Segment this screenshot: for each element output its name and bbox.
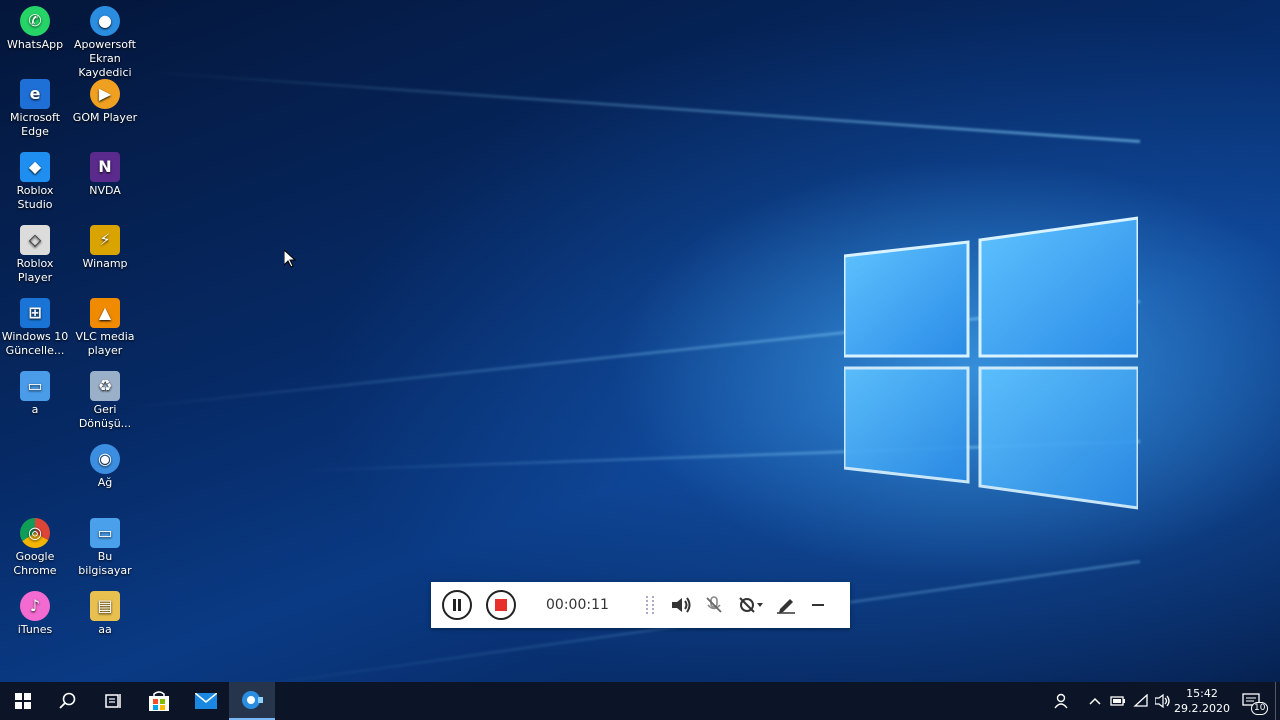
store-icon xyxy=(149,691,169,711)
desktop-icon-network[interactable]: ◉ Ağ xyxy=(70,444,140,490)
taskbar-apowersoft[interactable] xyxy=(229,682,275,720)
desktop-icon-label: a xyxy=(31,403,39,416)
stop-icon xyxy=(495,599,507,611)
taskbar-store[interactable] xyxy=(136,682,182,720)
apowersoft-recorder-icon xyxy=(242,691,263,709)
chrome-icon: ◎ xyxy=(20,518,50,548)
microphone-muted-icon xyxy=(706,596,722,613)
clock-date: 29.2.2020 xyxy=(1174,702,1230,715)
mail-icon xyxy=(195,693,217,709)
webcam-muted-icon xyxy=(739,597,763,613)
desktop-icon-label: aa xyxy=(98,623,112,636)
speaker-icon xyxy=(672,597,691,613)
task-view-icon xyxy=(105,694,121,708)
desktop-icon-itunes[interactable]: ♪ iTunes xyxy=(0,591,70,637)
desktop-icon-aa[interactable]: ▤ aa xyxy=(70,591,140,637)
roblox-studio-icon: ◆ xyxy=(20,152,50,182)
minimize-icon xyxy=(812,604,824,606)
desktop-icon-label: NVDA xyxy=(89,184,121,197)
desktop-icon-windows-update[interactable]: ⊞ Windows 10 Güncelle... xyxy=(0,298,70,358)
minimize-button[interactable] xyxy=(804,591,832,619)
desktop-icon-label: Roblox Player xyxy=(16,257,54,284)
wifi-icon xyxy=(1133,694,1148,707)
show-desktop-button[interactable] xyxy=(1275,682,1280,720)
taskbar-mail[interactable] xyxy=(183,682,229,720)
desktop: ✆ WhatsApp ● Apowersoft Ekran Kaydedici … xyxy=(0,0,1280,682)
desktop-icon-label: Geri Dönüşü... xyxy=(78,403,132,430)
taskbar: 15:42 29.2.2020 10 xyxy=(0,682,1280,720)
desktop-icon-nvda[interactable]: N NVDA xyxy=(70,152,140,198)
desktop-icon-roblox-studio[interactable]: ◆ Roblox Studio xyxy=(0,152,70,212)
gom-player-icon: ▶ xyxy=(90,79,120,109)
desktop-icon-recycle-bin[interactable]: ♻ Geri Dönüşü... xyxy=(70,371,140,431)
desktop-icon-chrome[interactable]: ◎ Google Chrome xyxy=(0,518,70,578)
desktop-icon-label: Bu bilgisayar xyxy=(78,550,132,577)
desktop-icon-label: Microsoft Edge xyxy=(9,111,61,138)
roblox-player-icon: ◇ xyxy=(20,225,50,255)
user-folder-icon: ▤ xyxy=(90,591,120,621)
recorder-toolbar: 00:00:11 xyxy=(431,582,850,628)
desktop-icon-label: iTunes xyxy=(17,623,53,636)
action-center-button[interactable]: 10 xyxy=(1236,682,1269,720)
winamp-icon: ⚡ xyxy=(90,225,120,255)
desktop-icon-this-pc[interactable]: ▭ Bu bilgisayar xyxy=(70,518,140,578)
battery-icon xyxy=(1110,696,1125,706)
pen-icon xyxy=(777,599,795,614)
computer-shortcut-icon: ▭ xyxy=(20,371,50,401)
people-icon xyxy=(1054,693,1068,709)
network-icon: ◉ xyxy=(90,444,120,474)
microphone-button[interactable] xyxy=(700,591,728,619)
desktop-icon-roblox-player[interactable]: ◇ Roblox Player xyxy=(0,225,70,285)
notification-count-badge: 10 xyxy=(1251,702,1269,715)
light-beam xyxy=(152,70,1141,143)
speaker-icon xyxy=(1155,694,1170,708)
itunes-icon: ♪ xyxy=(20,591,50,621)
desktop-icon-label: GOM Player xyxy=(72,111,138,124)
start-button[interactable] xyxy=(0,682,46,720)
desktop-icon-label: Windows 10 Güncelle... xyxy=(1,330,69,357)
desktop-icon-label: Google Chrome xyxy=(13,550,57,577)
volume-tray-button[interactable] xyxy=(1152,682,1174,720)
chevron-up-icon xyxy=(1089,697,1101,705)
windows-start-icon xyxy=(15,693,31,709)
desktop-icon-winamp[interactable]: ⚡ Winamp xyxy=(70,225,140,271)
vlc-icon: ▲ xyxy=(90,298,120,328)
whatsapp-icon: ✆ xyxy=(20,6,50,36)
recording-timer: 00:00:11 xyxy=(546,597,609,613)
desktop-icon-edge[interactable]: e Microsoft Edge xyxy=(0,79,70,139)
windows-logo xyxy=(844,216,1138,510)
taskbar-clock[interactable]: 15:42 29.2.2020 xyxy=(1172,686,1232,716)
desktop-icon-gom[interactable]: ▶ GOM Player xyxy=(70,79,140,125)
pause-button[interactable] xyxy=(442,590,472,620)
desktop-icon-a[interactable]: ▭ a xyxy=(0,371,70,417)
desktop-icon-vlc[interactable]: ▲ VLC media player xyxy=(70,298,140,358)
pause-icon xyxy=(453,599,461,611)
nvda-icon: N xyxy=(90,152,120,182)
people-button[interactable] xyxy=(1048,682,1076,720)
search-icon xyxy=(59,692,76,709)
annotate-button[interactable] xyxy=(772,591,800,619)
show-hidden-icons-button[interactable] xyxy=(1084,682,1106,720)
windows-update-icon: ⊞ xyxy=(20,298,50,328)
mouse-cursor-icon xyxy=(284,250,296,268)
volume-button[interactable] xyxy=(668,591,696,619)
desktop-icon-label: Winamp xyxy=(82,257,128,270)
task-view-button[interactable] xyxy=(90,682,136,720)
drag-handle[interactable] xyxy=(646,596,654,614)
desktop-icon-label: Ağ xyxy=(97,476,113,489)
edge-icon: e xyxy=(20,79,50,109)
recycle-bin-icon: ♻ xyxy=(90,371,120,401)
desktop-icon-label: VLC media player xyxy=(75,330,135,357)
webcam-button[interactable] xyxy=(734,591,768,619)
desktop-icon-label: WhatsApp xyxy=(6,38,64,51)
search-button[interactable] xyxy=(45,682,91,720)
battery-button[interactable] xyxy=(1107,682,1129,720)
desktop-icon-label: Roblox Studio xyxy=(16,184,54,211)
stop-button[interactable] xyxy=(486,590,516,620)
this-pc-icon: ▭ xyxy=(90,518,120,548)
network-button[interactable] xyxy=(1130,682,1152,720)
apowersoft-recorder-icon: ● xyxy=(90,6,120,36)
clock-time: 15:42 xyxy=(1186,687,1218,700)
desktop-icon-whatsapp[interactable]: ✆ WhatsApp xyxy=(0,6,70,52)
